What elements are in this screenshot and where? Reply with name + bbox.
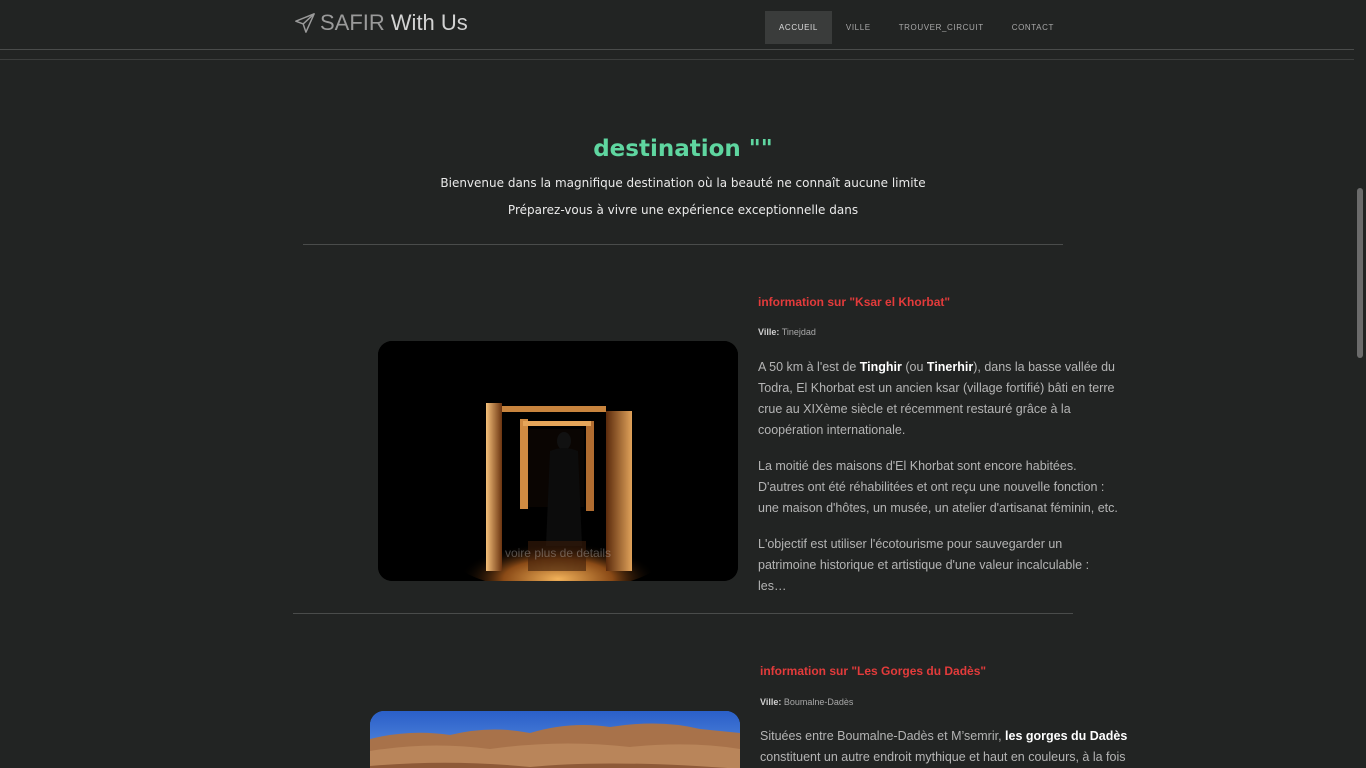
- canyon-photo: [370, 711, 740, 768]
- section-divider: [293, 613, 1073, 614]
- nav-accueil[interactable]: ACCUEIL: [765, 11, 832, 44]
- nav-ville[interactable]: VILLE: [832, 11, 885, 44]
- city-label: Ville:: [758, 327, 780, 337]
- hero-subtitle-1: Bienvenue dans la magnifique destination…: [440, 176, 926, 190]
- image-caption[interactable]: voire plus de details: [378, 546, 738, 560]
- main-nav: ACCUEIL VILLE TROUVER_CIRCUIT CONTACT: [765, 11, 1068, 44]
- nav-trouver-circuit[interactable]: TROUVER_CIRCUIT: [885, 11, 998, 44]
- destination-paragraph-1: A 50 km à l'est de Tinghir (ou Tinerhir)…: [758, 357, 1123, 441]
- brand-suffix: With Us: [390, 10, 468, 35]
- brand-prefix: SAFIR: [320, 10, 385, 35]
- city-value: Boumalne-Dadès: [783, 697, 854, 707]
- hero-subtitle-2: Préparez-vous à vivre une expérience exc…: [507, 203, 859, 217]
- para-text: constituent un autre endroit mythique et…: [760, 750, 1126, 764]
- top-navbar: SAFIR With Us ACCUEIL VILLE TROUVER_CIRC…: [0, 0, 1354, 50]
- nav-contact[interactable]: CONTACT: [998, 11, 1068, 44]
- gorges-du-dades-image[interactable]: [370, 711, 740, 768]
- paper-plane-icon: [295, 13, 315, 33]
- destination-paragraph-3: L'objectif est utiliser l'écotourisme po…: [758, 537, 1090, 593]
- city-value: Tinejdad: [781, 327, 816, 337]
- para-strong: Tinerhir: [926, 360, 974, 374]
- hero-divider: [303, 244, 1063, 245]
- page-title: destination "": [593, 136, 773, 162]
- navbar-divider: [0, 59, 1354, 60]
- para-strong: Tinghir: [859, 360, 902, 374]
- destination-title: information sur "Ksar el Khorbat": [758, 295, 951, 309]
- para-strong: les gorges du Dadès: [1005, 729, 1128, 743]
- doorway-photo: [378, 341, 738, 581]
- destination-city: Ville: Boumalne-Dadès: [760, 697, 853, 707]
- para-text: (ou: [901, 360, 927, 374]
- destination-paragraph-2: La moitié des maisons d'El Khorbat sont …: [758, 459, 1118, 515]
- ksar-el-khorbat-image[interactable]: voire plus de details: [378, 341, 738, 581]
- para-text: A 50 km à l'est de: [758, 360, 860, 374]
- city-label: Ville:: [760, 697, 782, 707]
- para-text: Situées entre Boumalne-Dadès et M’semrir…: [760, 729, 1006, 743]
- brand-logo[interactable]: SAFIR With Us: [294, 10, 468, 36]
- destination-paragraph-1: Situées entre Boumalne-Dadès et M’semrir…: [760, 726, 1130, 768]
- destination-city: Ville: Tinejdad: [758, 327, 816, 337]
- page-scrollbar[interactable]: [1354, 0, 1366, 768]
- destination-title: information sur "Les Gorges du Dadès": [760, 664, 987, 678]
- scrollbar-thumb[interactable]: [1357, 188, 1363, 358]
